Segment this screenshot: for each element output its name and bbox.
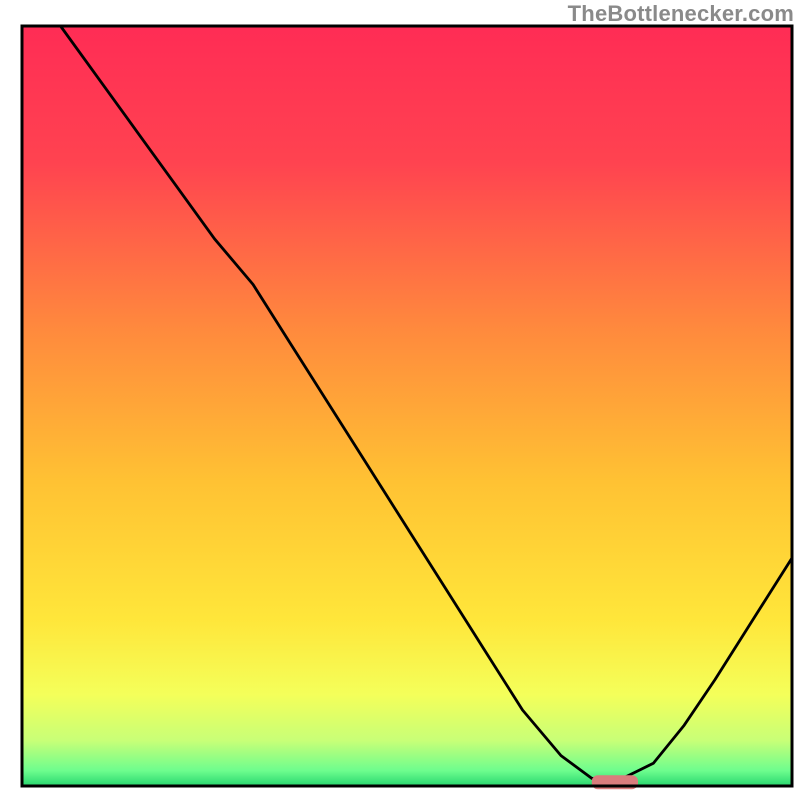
plot-background	[22, 26, 792, 786]
watermark: TheBottlenecker.com	[568, 1, 794, 27]
bottleneck-chart	[0, 0, 800, 800]
chart-container: TheBottlenecker.com	[0, 0, 800, 800]
